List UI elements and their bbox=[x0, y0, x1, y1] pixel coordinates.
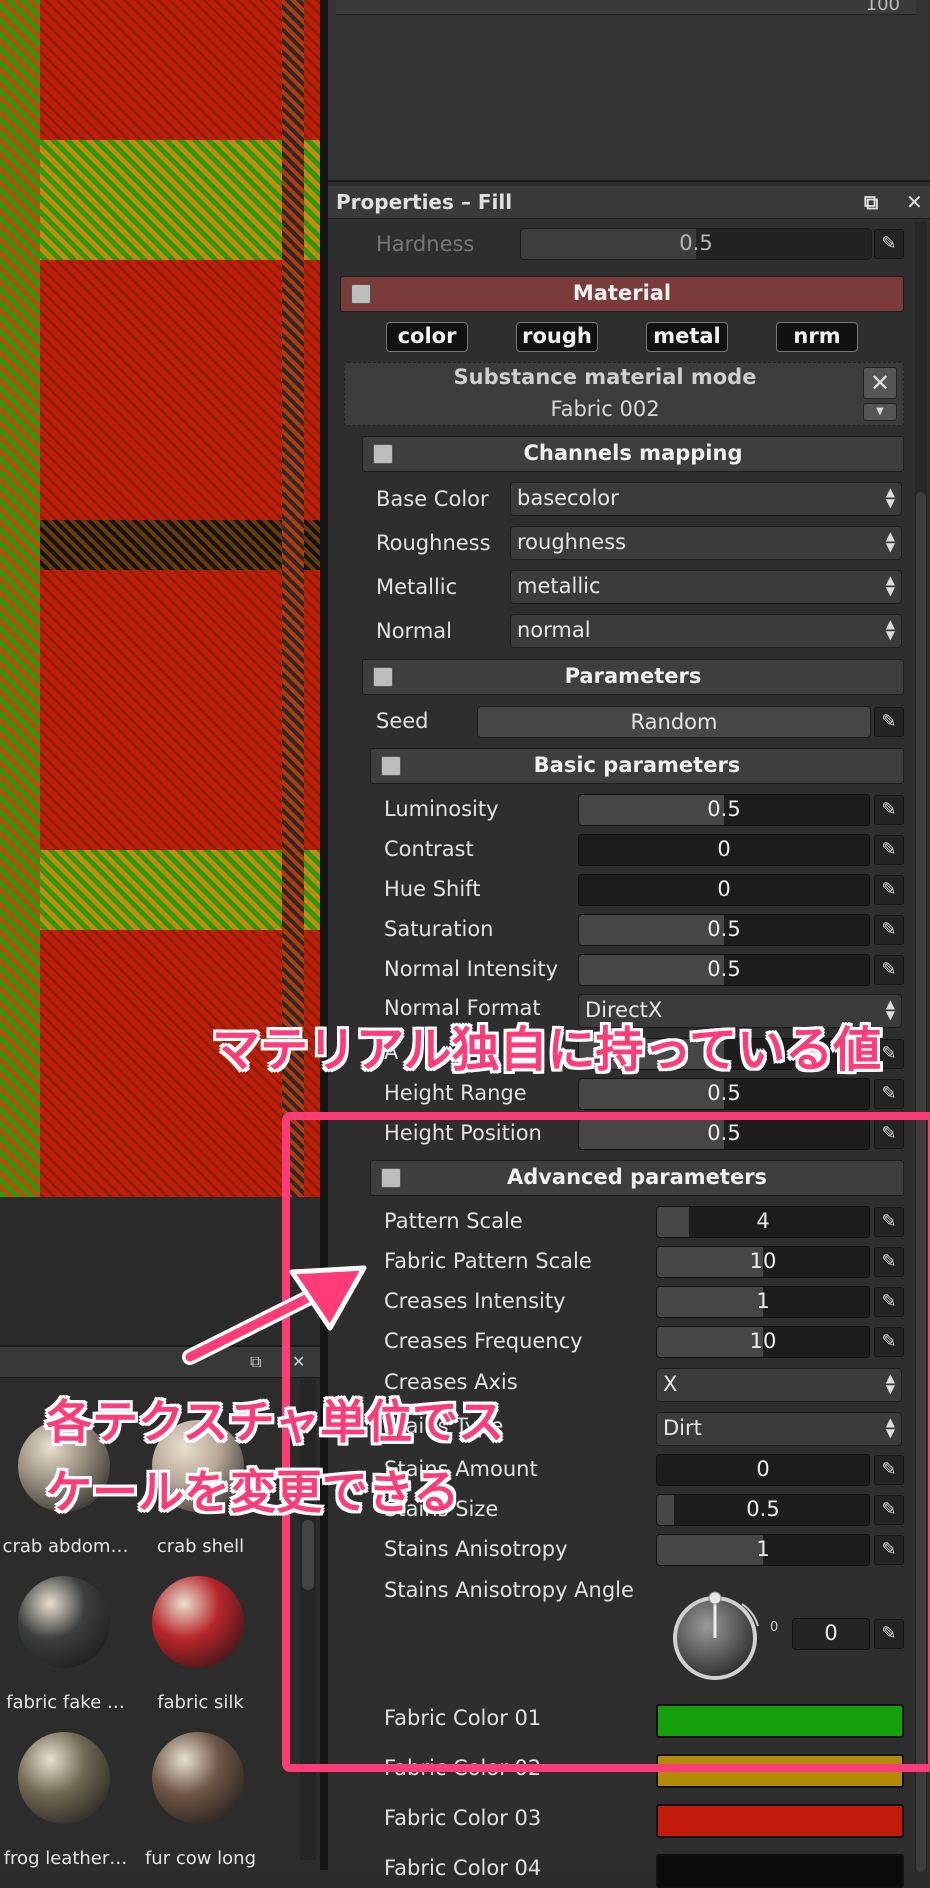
material-thumbnail-label: fabric silk bbox=[157, 1692, 244, 1713]
material-thumbnail-label: frog leather… bbox=[3, 1848, 128, 1869]
basic-param-value: 0.5 bbox=[707, 917, 741, 941]
pen-icon[interactable]: ✎ bbox=[874, 229, 904, 259]
properties-title-bar: Properties – Fill ⧉ ✕ bbox=[328, 186, 930, 219]
basic-param-label: Contrast bbox=[384, 837, 474, 861]
pen-icon[interactable]: ✎ bbox=[874, 915, 904, 945]
annotation-bottom-line1: 各テクスチャ単位でス bbox=[46, 1395, 505, 1449]
updown-arrows-icon: ▲ ▼ bbox=[885, 573, 895, 598]
material-thumbnail-label: fabric fake … bbox=[6, 1692, 125, 1713]
basic-param-slider[interactable]: 0.5 bbox=[578, 794, 870, 826]
basic-param-slider[interactable]: 0.5 bbox=[578, 954, 870, 986]
basic-parameters-title: Basic parameters bbox=[533, 753, 741, 777]
seed-label: Seed bbox=[376, 709, 429, 733]
parameters-title: Parameters bbox=[564, 664, 702, 688]
popout-icon[interactable]: ⧉ bbox=[864, 190, 878, 214]
mapping-value: metallic bbox=[517, 574, 601, 598]
mapping-value: basecolor bbox=[517, 486, 619, 510]
mapping-value: roughness bbox=[517, 530, 627, 554]
channels-mapping-header[interactable]: Channels mapping bbox=[362, 436, 904, 472]
updown-arrows-icon: ▲ ▼ bbox=[885, 529, 895, 554]
updown-arrows-icon: ▲ ▼ bbox=[885, 485, 895, 510]
mapping-label: Base Color bbox=[376, 487, 489, 511]
basic-param-slider[interactable]: 0.5 bbox=[578, 914, 870, 946]
mapping-select[interactable]: normal ▲ ▼ bbox=[510, 614, 902, 648]
material-title: Material bbox=[572, 281, 672, 305]
pen-icon[interactable]: ✎ bbox=[874, 707, 904, 737]
material-drop-zone[interactable]: Substance material mode Fabric 002 ✕ ▼ bbox=[344, 362, 904, 426]
mapping-select[interactable]: metallic ▲ ▼ bbox=[510, 570, 902, 604]
basic-param-value: 0 bbox=[717, 837, 731, 861]
mapping-label: Normal bbox=[376, 619, 452, 643]
annotation-bottom-line2: ケールを変更できる bbox=[46, 1465, 460, 1519]
random-seed-button[interactable]: Random bbox=[477, 706, 871, 738]
panel-title: Properties – Fill bbox=[336, 190, 513, 214]
basic-param-value: 0.5 bbox=[707, 957, 741, 981]
height-param-label: Height Range bbox=[384, 1081, 527, 1105]
material-thumbnail[interactable] bbox=[152, 1576, 244, 1668]
pen-icon[interactable]: ✎ bbox=[874, 1079, 904, 1109]
color-swatch[interactable] bbox=[656, 1804, 904, 1838]
channel-chip-metal[interactable]: metal bbox=[646, 322, 728, 352]
mapping-select[interactable]: roughness ▲ ▼ bbox=[510, 526, 902, 560]
mode-value: Fabric 002 bbox=[550, 397, 660, 421]
material-thumbnail-label: crab abdom… bbox=[2, 1536, 129, 1557]
basic-param-slider[interactable]: 0 bbox=[578, 874, 870, 906]
top-slider[interactable] bbox=[336, 0, 916, 15]
annotation-top: マテリアル独自に持っている値 bbox=[212, 1022, 882, 1078]
mapping-label: Roughness bbox=[376, 531, 491, 555]
height-param-value: 0.5 bbox=[707, 1081, 741, 1105]
updown-arrows-icon: ▲ ▼ bbox=[885, 997, 895, 1022]
basic-param-value: 0 bbox=[717, 877, 731, 901]
basic-param-value: 0.5 bbox=[707, 797, 741, 821]
basic-param-label: Saturation bbox=[384, 917, 494, 941]
material-thumbnail[interactable] bbox=[18, 1732, 110, 1824]
remove-material-button[interactable]: ✕ bbox=[863, 367, 897, 399]
top-value: 100 bbox=[865, 0, 900, 15]
mapping-select[interactable]: basecolor ▲ ▼ bbox=[510, 482, 902, 516]
basic-param-slider[interactable]: 0 bbox=[578, 834, 870, 866]
mapping-value: normal bbox=[517, 618, 591, 642]
material-thumbnail-label: crab shell bbox=[156, 1536, 245, 1557]
material-thumbnail[interactable] bbox=[152, 1732, 244, 1824]
channel-chip-color[interactable]: color bbox=[386, 322, 468, 352]
mode-title: Substance material mode bbox=[453, 365, 757, 389]
color-swatch[interactable] bbox=[656, 1854, 904, 1888]
pen-icon[interactable]: ✎ bbox=[874, 875, 904, 905]
channel-chip-rough[interactable]: rough bbox=[516, 322, 598, 352]
hardness-label: Hardness bbox=[376, 232, 475, 256]
basic-parameters-header[interactable]: Basic parameters bbox=[370, 748, 904, 784]
material-thumbnail-label: fur cow long bbox=[144, 1848, 257, 1869]
height-param-slider[interactable]: 0.5 bbox=[578, 1078, 870, 1110]
channel-chip-nrm[interactable]: nrm bbox=[776, 322, 858, 352]
fabric-color-label: Fabric Color 03 bbox=[384, 1806, 542, 1830]
top-panel: 100 bbox=[328, 0, 930, 180]
close-icon[interactable]: ✕ bbox=[906, 190, 923, 214]
arrow-icon bbox=[180, 1262, 370, 1372]
material-section-header[interactable]: Material bbox=[340, 276, 904, 312]
pen-icon[interactable]: ✎ bbox=[874, 795, 904, 825]
pen-icon[interactable]: ✎ bbox=[874, 955, 904, 985]
hardness-slider[interactable]: 0.5 bbox=[520, 228, 872, 260]
updown-arrows-icon: ▲ ▼ bbox=[885, 617, 895, 642]
channels-mapping-title: Channels mapping bbox=[523, 441, 743, 465]
chevron-down-icon[interactable]: ▼ bbox=[863, 403, 897, 421]
parameters-header[interactable]: Parameters bbox=[362, 659, 904, 695]
basic-param-label: Hue Shift bbox=[384, 877, 481, 901]
fabric-color-label: Fabric Color 04 bbox=[384, 1856, 542, 1880]
material-thumbnail[interactable] bbox=[18, 1576, 110, 1668]
hardness-value: 0.5 bbox=[679, 231, 713, 255]
basic-param-label: Luminosity bbox=[384, 797, 499, 821]
mapping-label: Metallic bbox=[376, 575, 458, 599]
basic-param-label: Normal Intensity bbox=[384, 957, 559, 981]
pen-icon[interactable]: ✎ bbox=[874, 835, 904, 865]
